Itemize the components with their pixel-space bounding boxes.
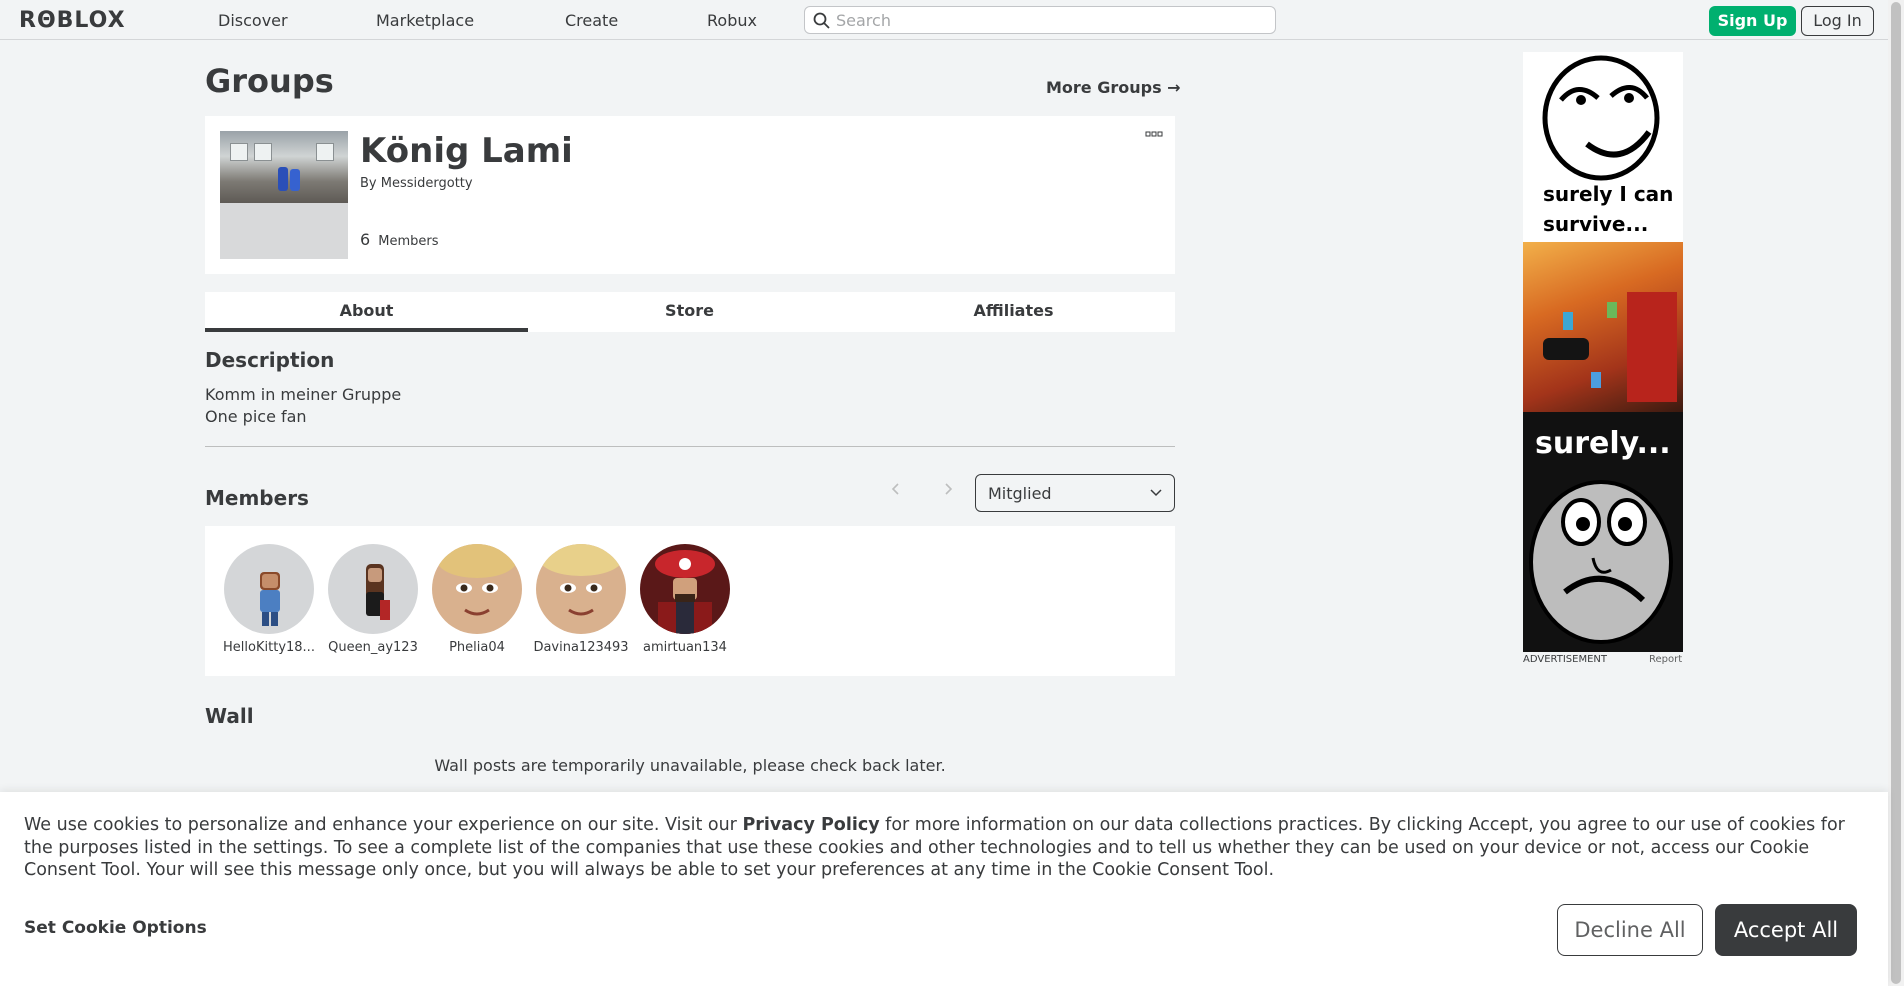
search-box (804, 6, 1276, 34)
tab-affiliates[interactable]: Affiliates (852, 292, 1175, 332)
member-name: Phelia04 (449, 640, 505, 655)
members-heading: Members (205, 486, 309, 510)
member-name: Queen_ay123 (328, 640, 418, 655)
member-avatar (224, 544, 314, 634)
member-card[interactable]: Queen_ay123 (325, 544, 421, 655)
cookie-consent-banner: We use cookies to personalize and enhanc… (0, 792, 1888, 986)
login-button[interactable]: Log In (1801, 6, 1874, 36)
ad-caption: survive... (1543, 212, 1649, 236)
description-heading: Description (205, 348, 335, 372)
nav-robux[interactable]: Robux (707, 11, 757, 30)
search-icon (813, 12, 830, 29)
member-avatar (328, 544, 418, 634)
ad-panel-middle (1523, 242, 1683, 412)
member-avatar (536, 544, 626, 634)
accept-all-button[interactable]: Accept All (1715, 904, 1857, 956)
roblox-logo[interactable]: RΘBLOX (19, 8, 126, 33)
group-emblem-image (220, 131, 348, 203)
member-avatar (640, 544, 730, 634)
member-name: HelloKitty18... (223, 640, 315, 655)
nav-discover[interactable]: Discover (218, 11, 288, 30)
pager-next-icon[interactable] (942, 482, 954, 496)
member-card[interactable]: Phelia04 (429, 544, 525, 655)
top-navigation: RΘBLOX Discover Marketplace Create Robux… (0, 0, 1888, 40)
member-count-label: Members (378, 234, 439, 249)
group-owner-link[interactable]: Messidergotty (381, 176, 473, 191)
member-card[interactable]: HelloKitty18... (221, 544, 317, 655)
cookie-consent-text: We use cookies to personalize and enhanc… (24, 814, 1869, 882)
privacy-policy-link[interactable]: Privacy Policy (742, 815, 879, 835)
group-description: Komm in meiner Gruppe One pice fan (205, 384, 401, 428)
members-list: HelloKitty18... Queen_ay123 Phelia04 Dav… (205, 526, 1175, 676)
member-count-value: 6 (360, 230, 371, 249)
tab-store[interactable]: Store (528, 292, 851, 332)
group-tabs: About Store Affiliates (205, 292, 1175, 332)
role-dropdown[interactable]: Mitglied (975, 474, 1175, 512)
more-groups-link[interactable]: More Groups → (1046, 78, 1181, 97)
description-line: One pice fan (205, 407, 307, 426)
nav-marketplace[interactable]: Marketplace (376, 11, 474, 30)
member-card[interactable]: amirtuan134 (637, 544, 733, 655)
section-divider (205, 446, 1175, 447)
wall-heading: Wall (205, 704, 254, 728)
set-cookie-options-link[interactable]: Set Cookie Options (24, 918, 207, 938)
page-title: Groups (205, 62, 334, 100)
ad-caption: surely I can (1543, 182, 1674, 206)
group-header-card: König Lami By Messidergotty 6 Members (205, 116, 1175, 274)
group-member-count: 6 Members (360, 230, 439, 249)
ad-panel-bottom: surely... (1523, 412, 1683, 652)
description-line: Komm in meiner Gruppe (205, 385, 402, 404)
ad-report-link[interactable]: Report (1649, 654, 1682, 665)
advertisement-label: ADVERTISEMENT (1523, 654, 1608, 665)
tab-about[interactable]: About (205, 292, 528, 332)
nav-create[interactable]: Create (565, 11, 618, 30)
signup-button[interactable]: Sign Up (1709, 6, 1796, 36)
group-name: König Lami (360, 131, 573, 171)
cookie-text-part: We use cookies to personalize and enhanc… (24, 815, 743, 835)
page-scrollbar[interactable] (1888, 0, 1904, 986)
search-input[interactable] (836, 10, 1266, 30)
group-by-label: By (360, 176, 377, 191)
group-emblem (220, 131, 348, 259)
scrollbar-thumb[interactable] (1891, 2, 1901, 984)
ellipsis-icon[interactable] (1145, 130, 1163, 138)
role-dropdown-value: Mitglied (988, 484, 1052, 503)
member-card[interactable]: Davina123493 (533, 544, 629, 655)
group-owner-line: By Messidergotty (360, 176, 473, 191)
member-name: Davina123493 (533, 640, 629, 655)
ad-panel-top: surely I can survive... (1523, 52, 1683, 242)
wall-unavailable-message: Wall posts are temporarily unavailable, … (434, 756, 946, 775)
advertisement-banner[interactable]: surely I can survive... surely... (1523, 52, 1683, 652)
member-name: amirtuan134 (643, 640, 727, 655)
decline-all-button[interactable]: Decline All (1557, 904, 1703, 956)
chevron-down-icon (1150, 489, 1162, 497)
member-avatar (432, 544, 522, 634)
pager-previous-icon[interactable] (890, 482, 902, 496)
